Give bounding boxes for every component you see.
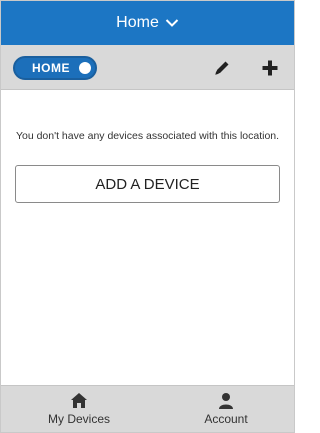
toolbar: HOME: [1, 45, 294, 90]
page-title: Home: [116, 14, 159, 31]
nav-account-label: Account: [204, 412, 248, 426]
toggle-knob: [79, 62, 91, 74]
nav-my-devices-label: My Devices: [47, 412, 110, 426]
nav-my-devices[interactable]: My Devices: [24, 392, 134, 426]
empty-devices-message: You don't have any devices associated wi…: [15, 130, 280, 142]
chevron-down-icon: [165, 19, 179, 27]
add-device-button[interactable]: ADD A DEVICE: [15, 165, 280, 203]
home-toggle-label: HOME: [32, 61, 70, 75]
pencil-icon[interactable]: [211, 57, 233, 79]
bottom-nav: My Devices Account: [1, 385, 294, 432]
location-title-dropdown[interactable]: Home: [1, 1, 294, 45]
home-location-toggle[interactable]: HOME: [13, 56, 97, 80]
app-frame: Home HOME You don't have any devices ass…: [0, 0, 295, 433]
user-icon: [219, 393, 233, 409]
nav-account[interactable]: Account: [171, 392, 281, 426]
plus-icon[interactable]: [259, 57, 281, 79]
home-icon: [71, 393, 87, 408]
